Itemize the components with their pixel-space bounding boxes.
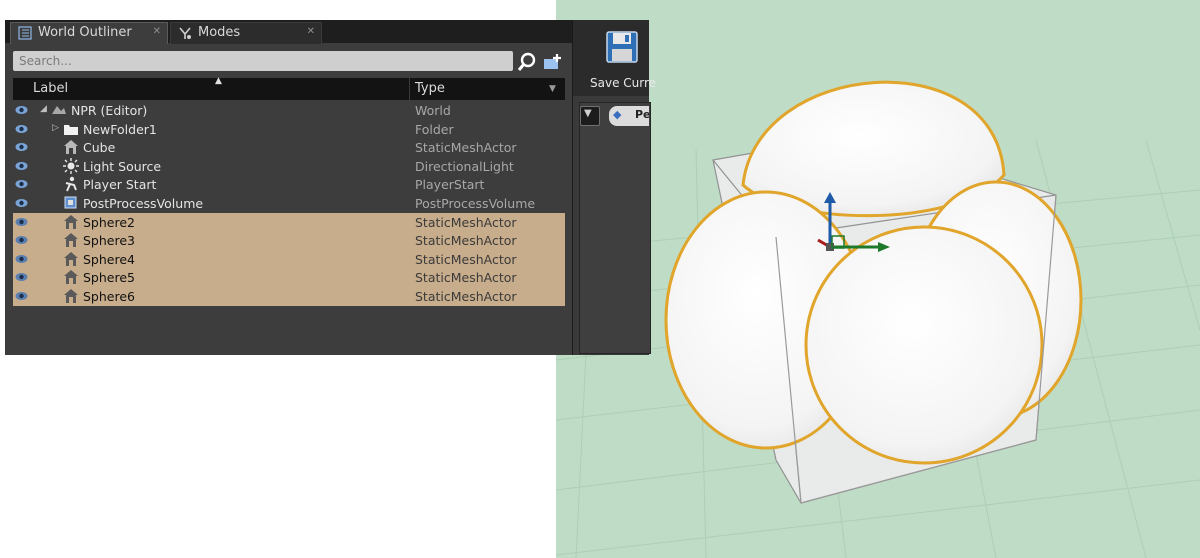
search-button[interactable]: [517, 52, 537, 72]
sphere-front[interactable]: [804, 225, 1044, 465]
perspective-icon: ◆: [613, 108, 622, 121]
outliner-row[interactable]: Cube StaticMeshActor: [13, 138, 565, 157]
viewport-options-dropdown[interactable]: ▼: [580, 106, 600, 126]
column-type-header[interactable]: Type: [415, 81, 445, 96]
visibility-eye-icon[interactable]: [15, 141, 28, 153]
perspective-button[interactable]: ◆ Pe: [609, 106, 649, 126]
visibility-eye-icon[interactable]: [15, 290, 28, 302]
visibility-eye-icon[interactable]: [15, 197, 28, 209]
world-icon: [52, 106, 66, 114]
player-start-icon: [65, 177, 77, 192]
static-mesh-icon: [64, 288, 78, 303]
row-type: World: [415, 103, 451, 118]
search-icon: [517, 52, 536, 71]
row-label: Sphere5: [83, 270, 135, 286]
tab-modes[interactable]: Modes ✕: [170, 22, 322, 44]
toolbar-upper: Save Curre: [573, 20, 656, 96]
row-label: Sphere3: [83, 233, 135, 249]
column-header: ▲ Label Type ▼: [13, 76, 565, 100]
outliner-row[interactable]: Player Start PlayerStart: [13, 175, 565, 194]
row-label: NPR (Editor): [71, 103, 148, 118]
outliner-row[interactable]: Sphere3 StaticMeshActor: [13, 231, 565, 250]
tab-world-outliner[interactable]: World Outliner ✕: [10, 22, 168, 44]
viewport-options-area: [579, 102, 651, 354]
save-current-button[interactable]: Save Curre: [577, 26, 656, 92]
modes-icon: [179, 27, 191, 39]
column-label-header[interactable]: Label: [33, 81, 68, 96]
save-current-label: Save Curre: [590, 76, 657, 90]
row-type: Folder: [415, 121, 454, 137]
row-type: StaticMeshActor: [415, 140, 517, 156]
row-type: PostProcessVolume: [415, 195, 536, 211]
row-label: NewFolder1: [83, 121, 157, 137]
outliner-row[interactable]: Sphere6 StaticMeshActor: [13, 286, 565, 306]
outliner-row[interactable]: Sphere2 StaticMeshActor: [13, 212, 565, 232]
floppy-disk-icon: [606, 31, 638, 63]
static-mesh-icon: [64, 251, 78, 266]
static-mesh-icon: [64, 140, 78, 155]
row-label: Sphere4: [83, 251, 135, 267]
row-type: StaticMeshActor: [415, 233, 517, 249]
column-menu-icon[interactable]: ▼: [549, 84, 556, 94]
outliner-tree: ◢ NPR (Editor) World ▷ NewFolder1 Folder…: [13, 101, 565, 306]
folder-icon: [64, 124, 78, 135]
level-toolbar: Save Curre ▼ ◆ Pe: [572, 20, 656, 355]
chevron-down-icon: ▼: [584, 108, 592, 119]
column-divider[interactable]: [409, 78, 410, 100]
visibility-eye-icon[interactable]: [15, 123, 28, 135]
visibility-eye-icon[interactable]: [15, 216, 28, 228]
row-type: StaticMeshActor: [415, 251, 517, 267]
directional-light-icon: [63, 157, 79, 174]
search-box: [13, 51, 513, 71]
tab-world-outliner-label: World Outliner: [38, 25, 132, 40]
outliner-row[interactable]: Sphere4 StaticMeshActor: [13, 249, 565, 269]
search-input[interactable]: [13, 51, 513, 71]
create-folder-button[interactable]: [542, 52, 564, 72]
outliner-row[interactable]: Sphere5 StaticMeshActor: [13, 268, 565, 287]
row-label: Sphere2: [83, 214, 135, 230]
perspective-label: Pe: [635, 108, 649, 121]
row-type: PlayerStart: [415, 177, 485, 193]
list-icon: [18, 26, 32, 40]
world-outliner-panel: World Outliner ✕ Modes ✕ ▲ Label Type: [5, 20, 572, 355]
static-mesh-icon: [64, 233, 78, 248]
visibility-eye-icon[interactable]: [15, 234, 28, 246]
row-label: Player Start: [83, 177, 157, 193]
visibility-eye-icon[interactable]: [15, 160, 28, 172]
tab-modes-label: Modes: [198, 25, 241, 40]
visibility-eye-icon[interactable]: [15, 271, 28, 283]
expand-arrow-icon[interactable]: ◢: [40, 104, 47, 114]
add-folder-icon: [544, 54, 561, 69]
sort-ascending-icon[interactable]: ▲: [215, 76, 222, 86]
row-type: StaticMeshActor: [415, 270, 517, 286]
visibility-eye-icon[interactable]: [15, 178, 28, 190]
visibility-eye-icon[interactable]: [15, 104, 28, 116]
tab-bar: World Outliner ✕ Modes ✕: [5, 20, 572, 44]
close-icon[interactable]: ✕: [153, 26, 161, 37]
row-type: StaticMeshActor: [415, 288, 517, 304]
outliner-row[interactable]: ◢ NPR (Editor) World: [13, 101, 565, 120]
row-label: Sphere6: [83, 288, 135, 304]
close-icon[interactable]: ✕: [307, 26, 315, 37]
visibility-eye-icon[interactable]: [15, 253, 28, 265]
expand-arrow-icon[interactable]: ▷: [52, 123, 59, 133]
static-mesh-icon: [64, 270, 78, 285]
post-process-icon: [64, 196, 77, 209]
outliner-row[interactable]: ▷ NewFolder1 Folder: [13, 120, 565, 139]
row-label: Light Source: [83, 158, 162, 174]
row-label: Cube: [83, 140, 116, 156]
row-type: DirectionalLight: [415, 158, 514, 174]
outliner-row[interactable]: PostProcessVolume PostProcessVolume: [13, 194, 565, 213]
outliner-row[interactable]: Light Source DirectionalLight: [13, 157, 565, 176]
row-label: PostProcessVolume: [83, 195, 204, 211]
row-type: StaticMeshActor: [415, 214, 517, 230]
static-mesh-icon: [64, 214, 78, 229]
